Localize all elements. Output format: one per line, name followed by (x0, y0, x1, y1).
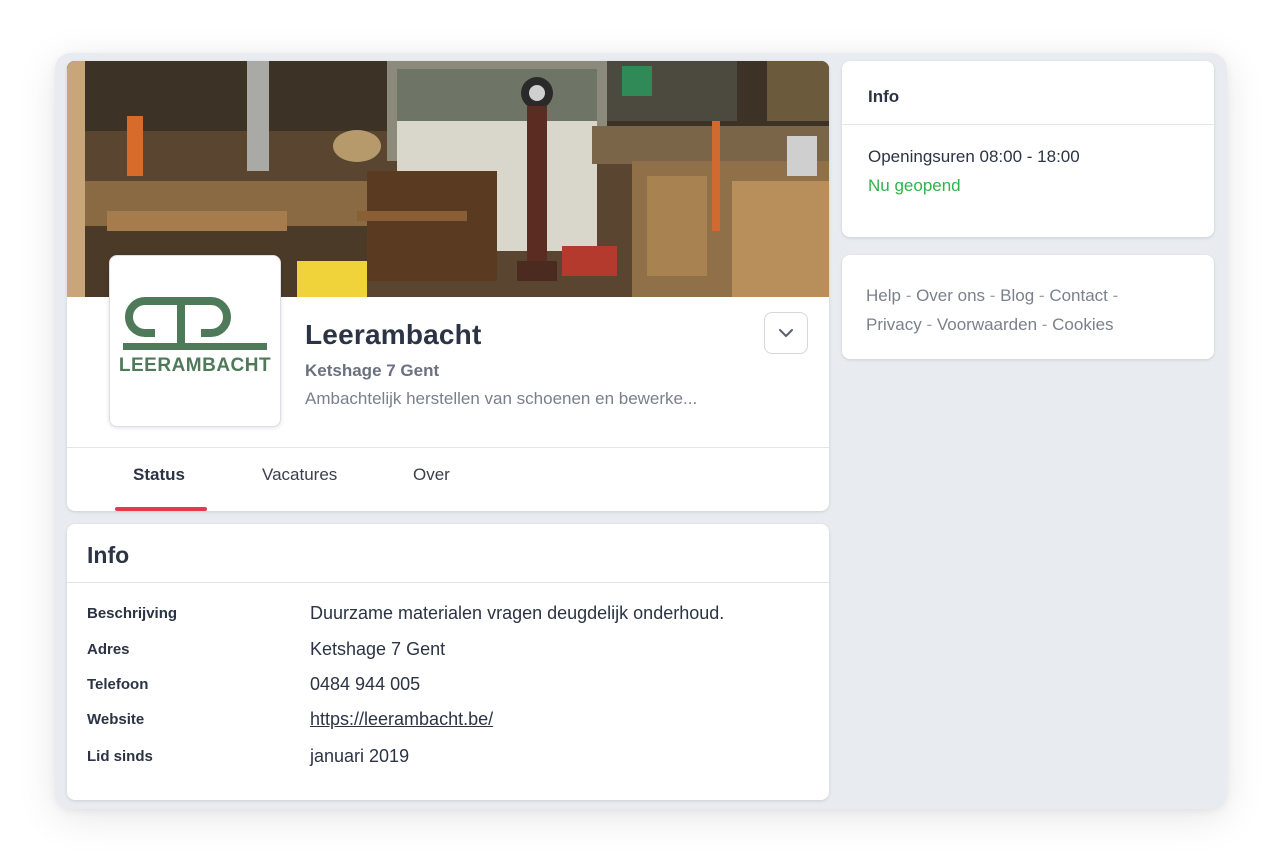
link-over-ons[interactable]: Over ons (916, 286, 985, 305)
info-row-address: Adres Ketshage 7 Gent (87, 639, 807, 663)
link-contact[interactable]: Contact (1049, 286, 1108, 305)
link-blog[interactable]: Blog (1000, 286, 1034, 305)
link-separator: - (1037, 315, 1053, 334)
link-separator: - (921, 315, 937, 334)
info-value: Duurzame materialen vragen deugdelijk on… (310, 603, 725, 623)
footer-links: Help - Over ons - Blog - Contact - Priva… (866, 281, 1196, 339)
link-cookies[interactable]: Cookies (1052, 315, 1113, 334)
company-logo: LEERAMBACHT (109, 255, 281, 427)
website-link[interactable]: https://leerambacht.be/ (310, 709, 493, 730)
chevron-down-icon (779, 329, 793, 337)
company-name: Leerambacht (305, 319, 482, 350)
profile-card: LEERAMBACHT Leerambacht Ketshage 7 Gent … (67, 61, 829, 511)
leerambacht-logo: LEERAMBACHT (119, 297, 271, 376)
logo-text: LEERAMBACHT (119, 355, 271, 376)
info-value: januari 2019 (310, 746, 410, 766)
link-help[interactable]: Help (866, 286, 901, 305)
info-card: Info Beschrijving Duurzame materialen vr… (67, 524, 829, 800)
company-description: Ambachtelijk herstellen van schoenen en … (305, 389, 698, 408)
active-tab-indicator (115, 507, 207, 511)
info-value: 0484 944 005 (310, 674, 421, 694)
info-row-website: Website https://leerambacht.be/ (87, 709, 807, 733)
tabs-divider (67, 447, 829, 448)
tab-vacatures[interactable]: Vacatures (262, 465, 337, 485)
link-separator: - (900, 286, 917, 305)
info-label: Lid sinds (87, 748, 153, 765)
link-separator: - (1034, 286, 1050, 305)
tab-status[interactable]: Status (133, 465, 185, 485)
info-row-member-since: Lid sinds januari 2019 (87, 746, 807, 770)
info-divider (67, 582, 829, 583)
info-row-description: Beschrijving Duurzame materialen vragen … (87, 603, 807, 627)
footer-links-card: Help - Over ons - Blog - Contact - Priva… (842, 255, 1214, 359)
link-separator: - (1107, 286, 1119, 305)
app-window: LEERAMBACHT Leerambacht Ketshage 7 Gent … (55, 53, 1227, 809)
info-label: Telefoon (87, 676, 149, 693)
company-address: Ketshage 7 Gent (305, 361, 440, 380)
info-title: Info (87, 542, 130, 568)
info-value: Ketshage 7 Gent (310, 639, 446, 659)
opening-hours: Openingsuren 08:00 - 18:00 (868, 147, 1080, 166)
sidebar-divider (842, 124, 1214, 125)
tab-over[interactable]: Over (413, 465, 450, 485)
open-status: Nu geopend (868, 176, 961, 195)
info-label: Website (87, 711, 145, 728)
more-options-button[interactable] (764, 312, 808, 354)
sidebar-info-title: Info (868, 87, 900, 106)
link-separator: - (985, 286, 1001, 305)
info-label: Beschrijving (87, 605, 178, 622)
link-voorwaarden[interactable]: Voorwaarden (937, 315, 1037, 334)
opening-hours-card: Info Openingsuren 08:00 - 18:00 Nu geope… (842, 61, 1214, 237)
link-privacy[interactable]: Privacy (866, 315, 922, 334)
info-label: Adres (87, 641, 130, 658)
info-row-phone: Telefoon 0484 944 005 (87, 674, 807, 698)
